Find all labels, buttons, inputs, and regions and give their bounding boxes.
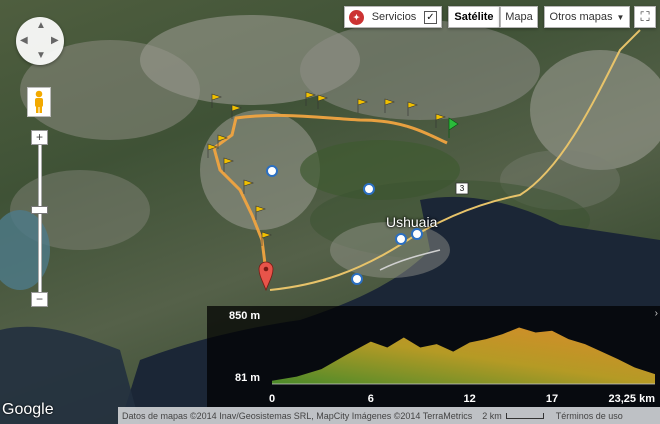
chevron-down-icon: ▼: [616, 12, 625, 22]
zoom-slider-handle[interactable]: [31, 206, 48, 214]
other-maps-dropdown[interactable]: Otros mapas ▼: [544, 6, 630, 28]
scale-bar: 2 km: [482, 411, 544, 421]
elevation-x-tick: 6: [368, 393, 374, 405]
map-footer: Datos de mapas ©2014 Inav/Geosistemas SR…: [118, 407, 660, 424]
city-label-ushuaia: Ushuaia: [386, 214, 438, 230]
other-maps-label: Otros mapas: [549, 11, 613, 23]
pegman-icon[interactable]: [27, 87, 51, 117]
elevation-x-tick: 17: [546, 393, 558, 405]
elevation-collapse-icon[interactable]: ›: [655, 308, 658, 319]
services-checkbox[interactable]: ✓: [424, 10, 437, 24]
fullscreen-icon[interactable]: ⛶: [634, 6, 656, 28]
scale-label: 2 km: [482, 410, 502, 421]
terms-link[interactable]: Términos de uso: [556, 411, 623, 421]
elevation-x-tick: 12: [464, 393, 476, 405]
elevation-area: [272, 327, 655, 384]
elevation-x-tick: 0: [269, 393, 275, 405]
pan-left-icon[interactable]: ◀: [20, 35, 28, 46]
zoom-in-button[interactable]: +: [31, 130, 48, 145]
zoom-slider-track[interactable]: [38, 137, 42, 297]
pan-down-icon[interactable]: ▼: [36, 50, 46, 61]
elevation-profile-panel: 850 m 81 m 0 6 12 17 23,25 km ›: [207, 306, 660, 407]
pan-control[interactable]: ▲ ◀ ▶ ▼: [16, 17, 64, 65]
services-icon: ✦: [349, 9, 364, 25]
satellite-map[interactable]: 3 Ushuaia ✦ Servicios ✓ Satélite Mapa Ot…: [0, 0, 660, 424]
satellite-button[interactable]: Satélite: [448, 6, 500, 28]
services-label: Servicios: [371, 11, 417, 23]
pan-right-icon[interactable]: ▶: [51, 35, 59, 46]
pan-up-icon[interactable]: ▲: [36, 20, 46, 31]
google-logo: Google: [2, 401, 54, 418]
road-number-3: 3: [459, 184, 465, 193]
zoom-out-button[interactable]: −: [31, 292, 48, 307]
elevation-chart: 0 6 12 17 23,25 km: [269, 327, 656, 405]
map-button[interactable]: Mapa: [500, 6, 538, 28]
attribution-text: Datos de mapas ©2014 Inav/Geosistemas SR…: [122, 410, 473, 421]
elevation-x-tick: 23,25 km: [609, 393, 656, 405]
services-toggle[interactable]: ✦ Servicios ✓: [344, 6, 442, 28]
